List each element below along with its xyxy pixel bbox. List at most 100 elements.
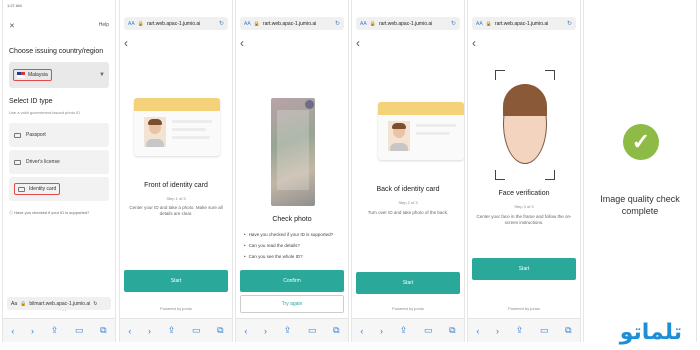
id-option-label: Passport: [26, 132, 46, 138]
id-option-identity-card[interactable]: Identity card: [9, 177, 109, 201]
country-select[interactable]: Malaysia ▼: [9, 62, 109, 88]
tabs-icon[interactable]: ⧉: [565, 325, 571, 336]
browser-toolbar: ‹ › ⇪ ▭ ⧉: [352, 318, 464, 342]
text-size-icon[interactable]: AA: [128, 21, 135, 27]
phone-back-id: AA 🔒 rart.web.apac-1.jumio.ai ↻ ‹ Back o…: [351, 0, 465, 342]
lock-icon: 🔒: [20, 300, 27, 307]
id-option-passport[interactable]: Passport: [9, 123, 109, 147]
text-size-icon[interactable]: AA: [360, 21, 367, 27]
forward-arrow-icon[interactable]: ›: [148, 326, 151, 336]
address-bar[interactable]: AA 🔒 rart.web.apac-1.jumio.ai ↻: [472, 17, 576, 30]
status-bar: [468, 0, 580, 14]
powered-by-label: Powered by jumio: [392, 306, 424, 312]
identity-card-highlight: Identity card: [14, 183, 61, 195]
text-size-icon[interactable]: AA: [244, 21, 251, 27]
lock-icon: 🔒: [485, 20, 492, 27]
tabs-icon[interactable]: ⧉: [449, 325, 455, 336]
address-bar[interactable]: AA 🔒 rart.web.apac-1.jumio.ai ↻: [240, 17, 344, 30]
screen-title: Check photo: [272, 216, 312, 223]
screen-title: Face verification: [498, 190, 550, 197]
browser-toolbar: ‹ › ⇪ ▭ ⧉: [468, 318, 580, 342]
back-arrow-icon[interactable]: ‹: [128, 326, 131, 336]
powered-by: Powered by jumio: [352, 306, 464, 312]
back-arrow-icon[interactable]: ‹: [244, 326, 247, 336]
reload-icon[interactable]: ↻: [93, 301, 97, 307]
malaysia-flag-icon: [17, 72, 25, 78]
powered-by: Powered by jumio: [468, 306, 580, 312]
bookmarks-icon[interactable]: ▭: [540, 325, 549, 336]
id-option-label: Driver's license: [26, 159, 60, 165]
id-option-label: Identity card: [29, 186, 57, 192]
id-option-drivers-license[interactable]: Driver's license: [9, 150, 109, 174]
start-button[interactable]: Start: [472, 258, 576, 280]
back-chevron-icon[interactable]: ‹: [240, 36, 244, 50]
forward-arrow-icon[interactable]: ›: [264, 326, 267, 336]
start-button[interactable]: Start: [124, 270, 228, 292]
status-bar: [584, 0, 696, 14]
supported-id-question[interactable]: ⓘ Have you checked if your ID is support…: [9, 210, 89, 216]
confirm-button[interactable]: Confirm: [240, 270, 344, 292]
lock-icon: 🔒: [253, 20, 260, 27]
step-indicator: Step 1 of 3: [166, 196, 186, 201]
back-chevron-icon[interactable]: ‹: [356, 36, 360, 50]
help-link[interactable]: Help: [99, 22, 109, 28]
text-size-icon[interactable]: Aa: [11, 301, 17, 307]
powered-by-label: Powered by jumio: [508, 306, 540, 312]
back-arrow-icon[interactable]: ‹: [360, 326, 363, 336]
portrait-icon: [144, 117, 166, 147]
status-bar: [236, 0, 348, 14]
check-item: Can you read the details?: [244, 243, 342, 248]
start-button[interactable]: Start: [356, 272, 460, 294]
close-icon[interactable]: ✕: [9, 22, 15, 30]
reload-icon[interactable]: ↻: [219, 20, 224, 27]
forward-arrow-icon[interactable]: ›: [496, 326, 499, 336]
powered-by: Powered by jumio: [120, 306, 232, 312]
selected-country: Malaysia: [13, 69, 52, 81]
instruction-text: Center your face in the frame and follow…: [476, 214, 572, 226]
forward-arrow-icon[interactable]: ›: [380, 326, 383, 336]
tabs-icon[interactable]: ⧉: [100, 325, 106, 336]
status-bar: 1:27 AM: [3, 0, 115, 14]
back-arrow-icon[interactable]: ‹: [476, 326, 479, 336]
reload-icon[interactable]: ↻: [335, 20, 340, 27]
portrait-icon: [388, 121, 410, 151]
back-chevron-icon[interactable]: ‹: [472, 36, 476, 50]
reload-icon[interactable]: ↻: [567, 20, 572, 27]
instruction-text: Center your ID and take a photo. Make su…: [129, 205, 223, 217]
address-bar[interactable]: AA 🔒 rart.web.apac-1.jumio.ai ↻: [356, 17, 460, 30]
share-icon[interactable]: ⇪: [284, 325, 292, 336]
text-size-icon[interactable]: AA: [476, 21, 483, 27]
passport-icon: [14, 132, 21, 138]
reload-icon[interactable]: ↻: [451, 20, 456, 27]
status-bar: [352, 0, 464, 14]
back-chevron-icon[interactable]: ‹: [124, 36, 128, 50]
lock-icon: 🔒: [369, 20, 376, 27]
share-icon[interactable]: ⇪: [400, 325, 408, 336]
lock-icon: 🔒: [137, 20, 144, 27]
browser-toolbar: ‹ › ⇪ ▭ ⧉: [3, 318, 115, 342]
phone-front-id: AA 🔒 rart.web.apac-1.jumio.ai ↻ ‹ Front …: [119, 0, 233, 342]
bookmarks-icon[interactable]: ▭: [308, 325, 317, 336]
license-icon: [14, 159, 21, 165]
forward-arrow-icon[interactable]: ›: [31, 326, 34, 336]
share-icon[interactable]: ⇪: [168, 325, 176, 336]
completion-message: Image quality check complete: [600, 194, 680, 216]
share-icon[interactable]: ⇪: [51, 325, 59, 336]
tabs-icon[interactable]: ⧉: [217, 325, 223, 336]
address-bar[interactable]: Aa 🔒 bilmart.web.apac-1.jumio.ai ↻: [7, 297, 111, 310]
tabs-icon[interactable]: ⧉: [333, 325, 339, 336]
zoom-icon[interactable]: [305, 100, 314, 109]
bookmarks-icon[interactable]: ▭: [424, 325, 433, 336]
address-bar[interactable]: AA 🔒 rart.web.apac-1.jumio.ai ↻: [124, 17, 228, 30]
id-card-icon: [18, 186, 25, 192]
phone-complete: ✓ Image quality check complete: [583, 0, 697, 342]
instruction-text: Turn over ID and take photo of the back.: [367, 210, 449, 215]
try-again-button[interactable]: Try again: [240, 295, 344, 313]
share-icon[interactable]: ⇪: [516, 325, 524, 336]
back-arrow-icon[interactable]: ‹: [11, 326, 14, 336]
bookmarks-icon[interactable]: ▭: [75, 325, 84, 336]
bookmarks-icon[interactable]: ▭: [192, 325, 201, 336]
select-id-title: Select ID type: [9, 98, 53, 105]
face-frame-illustration: [495, 70, 555, 180]
country-label: Malaysia: [28, 72, 48, 78]
